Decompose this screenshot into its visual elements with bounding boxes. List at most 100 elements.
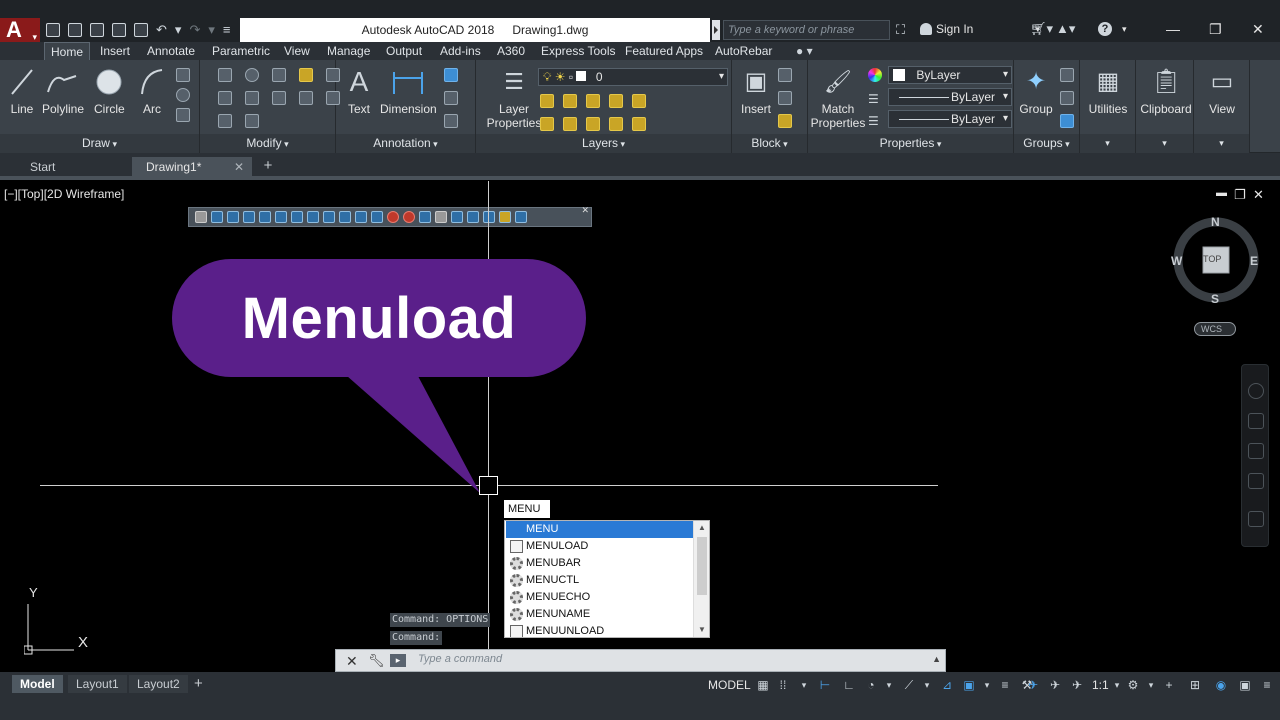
layer-dropdown[interactable]: 💡︎ ☀ ▫ 0	[538, 68, 728, 86]
modify-panel-title[interactable]: Modify	[200, 134, 335, 153]
annotation-scale[interactable]: 1:1	[1092, 678, 1109, 692]
edit-block-icon[interactable]	[778, 91, 792, 105]
layer-match-icon[interactable]	[632, 94, 646, 108]
layer-current-icon[interactable]	[632, 117, 646, 131]
layer-on-icon[interactable]	[540, 117, 554, 131]
circle-button[interactable]: Circle	[94, 66, 125, 116]
search-input[interactable]: Type a keyword or phrase	[723, 20, 890, 40]
isodraft-dropdown-icon[interactable]: ▾	[882, 678, 896, 692]
create-block-icon[interactable]	[778, 68, 792, 82]
new-icon[interactable]	[46, 23, 60, 37]
customize-wrench-icon[interactable]: 🔧︎	[368, 653, 385, 669]
draw-panel-title[interactable]: Draw	[0, 134, 199, 153]
layer-unlock-icon[interactable]	[609, 117, 623, 131]
add-layout-button[interactable]: +	[194, 675, 210, 693]
grid-icon[interactable]: ▦	[756, 678, 770, 692]
title-expand-handle[interactable]	[712, 20, 720, 40]
customize-qat-icon[interactable]: ≡	[223, 23, 231, 37]
help-icon[interactable]: ?	[1098, 22, 1112, 36]
lineweight-toggle-icon[interactable]: ⊿	[940, 678, 954, 692]
autocomplete-item[interactable]: MENUUNLOAD	[506, 623, 694, 637]
line-button[interactable]: Line	[8, 66, 36, 116]
dimension-button[interactable]: Dimension	[380, 66, 437, 116]
autocomplete-item[interactable]: MENUCTL	[506, 572, 694, 589]
layer-unisolate-icon[interactable]	[563, 117, 577, 131]
layer-off-icon[interactable]	[540, 94, 554, 108]
print-icon[interactable]	[134, 23, 148, 37]
layer-lock-icon[interactable]	[609, 94, 623, 108]
compass-east[interactable]: E	[1250, 254, 1258, 268]
units-icon[interactable]: ⊞	[1188, 678, 1202, 692]
dim-style-icon[interactable]	[499, 211, 511, 223]
save-as-icon[interactable]	[112, 23, 126, 37]
showmotion-icon[interactable]	[1248, 511, 1264, 527]
layout-tab-layout1[interactable]: Layout1	[68, 675, 127, 693]
layers-panel-title[interactable]: Layers	[476, 134, 731, 153]
tab-parametric[interactable]: Parametric	[212, 42, 270, 60]
viewport-restore-icon[interactable]: ❐	[1234, 187, 1246, 203]
workspace-gear-icon[interactable]: ⚙	[1126, 678, 1140, 692]
erase-icon[interactable]	[299, 68, 313, 82]
layer-thaw-icon[interactable]	[586, 117, 600, 131]
scale-dropdown-icon[interactable]: ▾	[1110, 678, 1124, 692]
file-tab-drawing1[interactable]: Drawing1* ✕	[132, 157, 252, 178]
tab-express-tools[interactable]: Express Tools	[541, 42, 615, 60]
annotation-visibility-icon[interactable]: ✈	[1026, 678, 1040, 692]
tab-manage[interactable]: Manage	[327, 42, 370, 60]
explode-icon[interactable]	[272, 91, 286, 105]
scroll-down-icon[interactable]: ▼	[694, 623, 710, 637]
tab-a360[interactable]: A360	[497, 42, 525, 60]
restore-icon[interactable]: ❐	[1209, 20, 1222, 38]
annotation-monitor-icon[interactable]: +	[1162, 678, 1176, 692]
tab-autorebar[interactable]: AutoRebar	[715, 42, 772, 60]
cart-icon[interactable]: 🛒︎▾	[1030, 21, 1053, 37]
new-tab-button[interactable]: +	[260, 158, 276, 174]
ribbon-minimize-icon[interactable]: ● ▾	[796, 42, 813, 60]
text-button[interactable]: A Text	[344, 66, 374, 116]
autocomplete-item[interactable]: MENU	[506, 521, 694, 538]
redo-icon[interactable]: ↷	[189, 23, 200, 37]
tab-featured-apps[interactable]: Featured Apps	[625, 42, 703, 60]
file-tab-start[interactable]: Start	[12, 157, 130, 178]
properties-panel-title[interactable]: Properties	[808, 134, 1013, 153]
group-selection-icon[interactable]	[1060, 114, 1074, 128]
pan-icon[interactable]	[1248, 413, 1264, 429]
snap-dropdown-icon[interactable]: ▾	[797, 678, 811, 692]
stretch-icon[interactable]	[299, 91, 313, 105]
autocomplete-item[interactable]: MENULOAD	[506, 538, 694, 555]
layout-tab-model[interactable]: Model	[12, 675, 63, 693]
viewcube-face-label[interactable]: TOP	[1203, 254, 1221, 264]
color-dropdown[interactable]: ByLayer	[888, 66, 1012, 84]
zoom-icon[interactable]	[1248, 443, 1264, 459]
osnap-dropdown-icon[interactable]: ▾	[920, 678, 934, 692]
viewport-close-icon[interactable]: ✕	[1253, 187, 1264, 203]
clipboard-expand[interactable]	[1136, 134, 1193, 153]
clean-screen-icon[interactable]: ▣	[1238, 678, 1252, 692]
edit-attributes-icon[interactable]	[778, 114, 792, 128]
insert-button[interactable]: ▣ Insert	[736, 66, 776, 116]
hatch-icon[interactable]	[176, 88, 190, 102]
mirror-icon[interactable]	[218, 91, 232, 105]
offset-icon[interactable]	[245, 114, 259, 128]
wcs-menu[interactable]: WCS	[1194, 322, 1236, 336]
close-icon[interactable]: ✕	[1252, 20, 1264, 38]
tab-home[interactable]: Home	[44, 42, 91, 60]
orbit-icon[interactable]	[1248, 473, 1264, 489]
scroll-thumb[interactable]	[697, 537, 707, 595]
ortho-icon[interactable]: ⊢	[818, 678, 832, 692]
undo-dropdown-icon[interactable]: ▾	[175, 23, 182, 37]
autocomplete-item[interactable]: MENUNAME	[506, 606, 694, 623]
layer-properties-button[interactable]: ☰ Layer Properties	[486, 66, 542, 130]
dim-style-dropdown-icon[interactable]	[515, 211, 527, 223]
layout-tab-layout2[interactable]: Layout2	[129, 675, 188, 693]
annotation-scale-icon[interactable]: ✈	[1070, 678, 1084, 692]
binoculars-icon[interactable]: ⛶	[896, 22, 905, 38]
lineweight-dropdown[interactable]: ByLayer	[888, 110, 1012, 128]
trim-icon[interactable]	[272, 68, 286, 82]
rectangle-icon[interactable]	[176, 68, 190, 82]
block-panel-title[interactable]: Block	[732, 134, 807, 153]
tab-output[interactable]: Output	[386, 42, 422, 60]
exchange-icon[interactable]: ▲▾	[1056, 21, 1075, 37]
arc-button[interactable]: Arc	[138, 66, 166, 116]
autocomplete-item[interactable]: MENUBAR	[506, 555, 694, 572]
